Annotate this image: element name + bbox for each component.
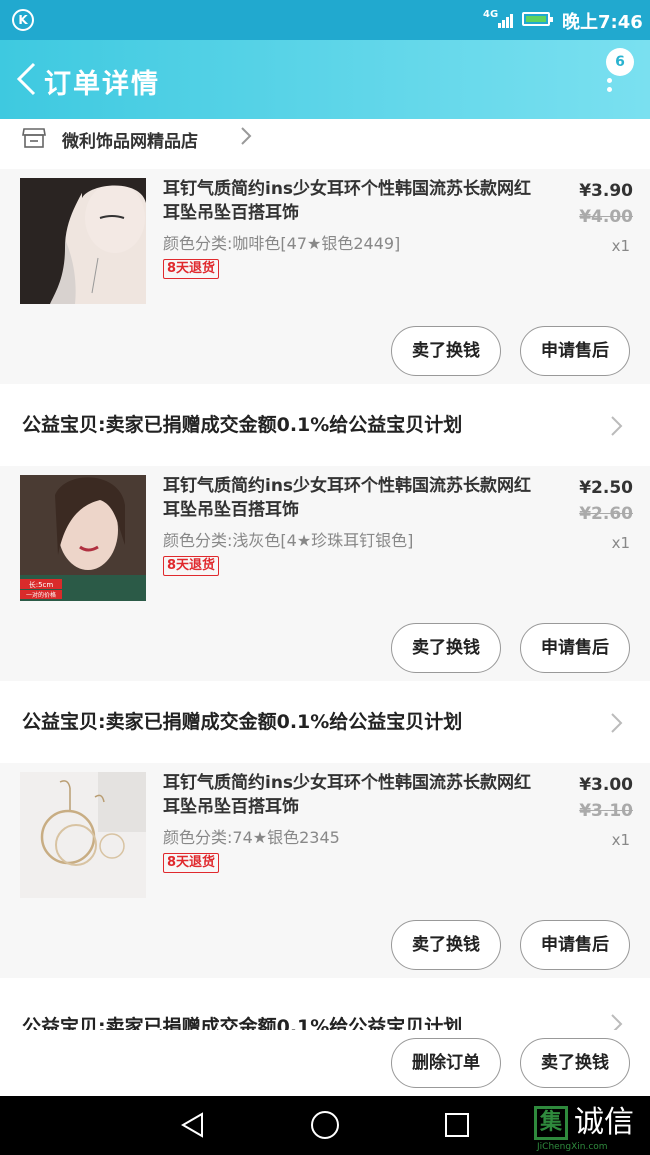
delete-order-button[interactable]: 删除订单	[391, 1038, 501, 1088]
clock: 晚上7:46	[562, 12, 643, 33]
network-type: 4G	[483, 9, 499, 20]
charity-row[interactable]: 公益宝贝:卖家已捐赠成交金额0.1%给公益宝贝计划	[0, 384, 650, 466]
nav-recents-icon[interactable]	[445, 1113, 469, 1137]
item-sku: 颜色分类:74★银色2345	[163, 828, 340, 847]
store-icon	[22, 128, 46, 148]
system-nav-bar: 集 诚信 JiChengXin.com	[0, 1096, 650, 1155]
signal-icon	[498, 12, 516, 28]
chevron-right-icon	[611, 713, 623, 733]
watermark-url: JiChengXin.com	[537, 1142, 608, 1152]
after-sales-button[interactable]: 申请售后	[520, 920, 630, 970]
refund-tag: 8天退货	[163, 853, 220, 873]
status-bar: K 4G 晚上7:46	[0, 0, 650, 40]
item-title[interactable]: 耳钉气质简约ins少女耳环个性韩国流苏长款网红耳坠吊坠百搭耳饰	[163, 474, 543, 522]
order-item[interactable]: 耳钉气质简约ins少女耳环个性韩国流苏长款网红耳坠吊坠百搭耳饰 颜色分类:74★…	[0, 763, 650, 978]
item-title[interactable]: 耳钉气质简约ins少女耳环个性韩国流苏长款网红耳坠吊坠百搭耳饰	[163, 177, 543, 225]
item-price: ¥3.90	[579, 181, 633, 201]
item-price: ¥2.50	[579, 478, 633, 498]
item-price: ¥3.00	[579, 775, 633, 795]
chevron-right-icon	[241, 127, 252, 145]
shop-row[interactable]: 微利饰品网精品店	[0, 119, 650, 169]
sell-button[interactable]: 卖了换钱	[391, 920, 501, 970]
charity-text: 公益宝贝:卖家已捐赠成交金额0.1%给公益宝贝计划	[22, 414, 463, 436]
item-original-price: ¥3.10	[579, 801, 633, 821]
message-badge[interactable]: 6	[606, 48, 634, 76]
chevron-right-icon	[611, 416, 623, 436]
item-sku: 颜色分类:浅灰色[4★珍珠耳钉银色]	[163, 531, 414, 550]
battery-icon	[522, 12, 553, 26]
nav-back-icon[interactable]	[180, 1112, 206, 1138]
sell-button[interactable]: 卖了换钱	[391, 623, 501, 673]
watermark-text: 诚信	[574, 1105, 634, 1140]
refund-tag: 8天退货	[163, 556, 220, 576]
order-item[interactable]: 耳钉气质简约ins少女耳环个性韩国流苏长款网红耳坠吊坠百搭耳饰 颜色分类:咖啡色…	[0, 169, 650, 384]
app-header: 订单详情 6	[0, 40, 650, 119]
bottom-action-bar: 删除订单 卖了换钱	[0, 1030, 650, 1096]
charity-text: 公益宝贝:卖家已捐赠成交金额0.1%给公益宝贝计划	[22, 711, 463, 733]
app-k-icon: K	[12, 9, 34, 31]
shop-name[interactable]: 微利饰品网精品店	[62, 127, 198, 152]
item-quantity: x1	[611, 534, 630, 552]
charity-row[interactable]: 公益宝贝:卖家已捐赠成交金额0.1%给公益宝贝计划	[0, 681, 650, 763]
product-image[interactable]	[20, 772, 146, 898]
image-caption-2: 一对的价格	[26, 591, 56, 599]
refund-tag: 8天退货	[163, 259, 220, 279]
after-sales-button[interactable]: 申请售后	[520, 623, 630, 673]
sell-button[interactable]: 卖了换钱	[391, 326, 501, 376]
chevron-left-icon[interactable]	[14, 62, 38, 96]
item-quantity: x1	[611, 237, 630, 255]
nav-home-icon[interactable]	[311, 1111, 339, 1139]
item-quantity: x1	[611, 831, 630, 849]
product-image[interactable]: 长:5cm 一对的价格	[20, 475, 146, 601]
item-title[interactable]: 耳钉气质简约ins少女耳环个性韩国流苏长款网红耳坠吊坠百搭耳饰	[163, 771, 543, 819]
page-title: 订单详情	[44, 69, 160, 100]
product-image[interactable]	[20, 178, 146, 304]
item-sku: 颜色分类:咖啡色[47★银色2449]	[163, 234, 401, 253]
order-item[interactable]: 长:5cm 一对的价格 耳钉气质简约ins少女耳环个性韩国流苏长款网红耳坠吊坠百…	[0, 466, 650, 681]
item-original-price: ¥4.00	[579, 207, 633, 227]
watermark-logo: 集	[534, 1106, 568, 1140]
after-sales-button[interactable]: 申请售后	[520, 326, 630, 376]
image-caption-1: 长:5cm	[29, 580, 54, 589]
sell-button[interactable]: 卖了换钱	[520, 1038, 630, 1088]
item-original-price: ¥2.60	[579, 504, 633, 524]
more-vertical-icon[interactable]	[606, 78, 614, 96]
